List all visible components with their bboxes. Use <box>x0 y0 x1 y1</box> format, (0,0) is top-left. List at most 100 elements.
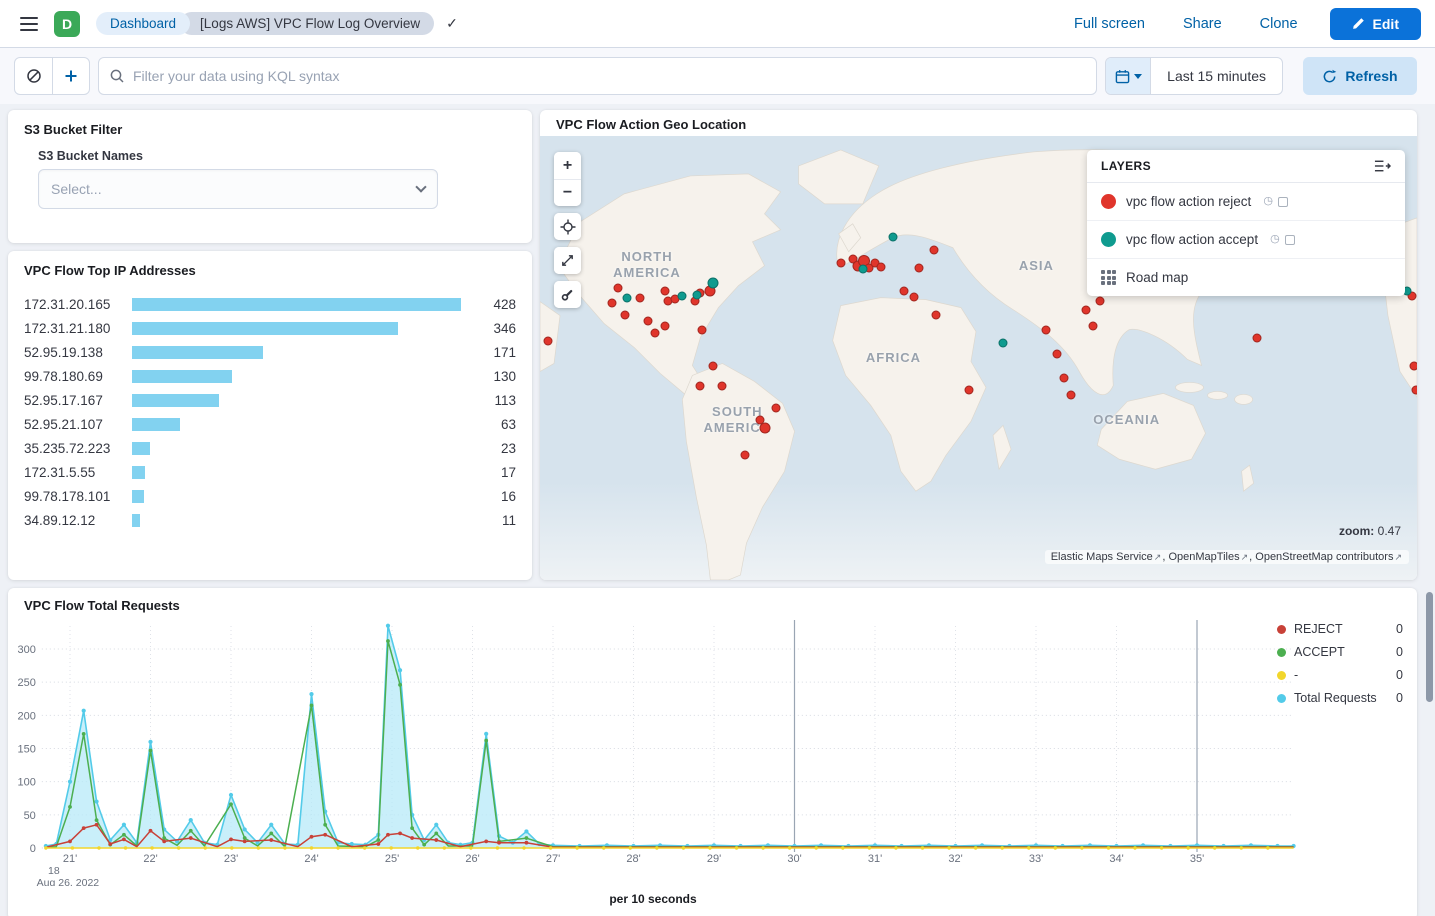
legend-item[interactable]: REJECT0 <box>1277 622 1403 636</box>
add-filter-button[interactable] <box>52 58 89 94</box>
attribution-link[interactable]: OpenMapTiles <box>1168 551 1239 563</box>
map-tools-button[interactable] <box>554 281 581 308</box>
layer-item-reject[interactable]: vpc flow action reject ◷ <box>1087 183 1405 221</box>
total-requests-point <box>122 823 126 827</box>
map-point-reject[interactable] <box>1089 321 1098 330</box>
map-point-reject[interactable] <box>1042 326 1051 335</box>
map-point-reject[interactable] <box>621 311 630 320</box>
s3-bucket-select[interactable]: Select... <box>38 169 438 209</box>
menu-button[interactable] <box>14 7 44 41</box>
collapse-layers-icon[interactable] <box>1374 159 1391 173</box>
time-range-button[interactable]: Last 15 minutes <box>1150 58 1282 94</box>
calendar-button[interactable] <box>1106 58 1150 94</box>
map-point-reject[interactable] <box>1067 391 1076 400</box>
map-point-reject[interactable] <box>696 381 705 390</box>
map-point-reject[interactable] <box>1412 386 1417 395</box>
map-point-reject[interactable] <box>1252 334 1261 343</box>
ip-bar[interactable] <box>132 346 263 359</box>
ip-bar[interactable] <box>132 442 150 455</box>
map-point-reject[interactable] <box>1052 349 1061 358</box>
panel-title: VPC Flow Action Geo Location <box>556 117 1401 132</box>
ip-bar[interactable] <box>132 466 145 479</box>
map-point-reject[interactable] <box>708 361 717 370</box>
accept-point <box>82 732 86 736</box>
map-point-accept[interactable] <box>858 264 867 273</box>
map-point-reject[interactable] <box>635 293 644 302</box>
ip-bar[interactable] <box>132 394 219 407</box>
map-point-reject[interactable] <box>1082 306 1091 315</box>
zoom-out-button[interactable]: − <box>554 179 581 206</box>
map-point-reject[interactable] <box>877 262 886 271</box>
space-avatar[interactable]: D <box>54 11 80 37</box>
map-point-reject[interactable] <box>899 286 908 295</box>
map-point-accept[interactable] <box>999 339 1008 348</box>
zoom-in-button[interactable]: + <box>554 152 581 179</box>
map-point-reject[interactable] <box>914 263 923 272</box>
map-point-reject[interactable] <box>614 283 623 292</box>
scrollbar-thumb[interactable] <box>1426 592 1433 702</box>
map-point-accept[interactable] <box>622 293 631 302</box>
breadcrumb-dashboard[interactable]: Dashboard <box>96 12 190 35</box>
map-point-reject[interactable] <box>964 386 973 395</box>
map-point-reject[interactable] <box>1059 374 1068 383</box>
map-point-reject[interactable] <box>698 326 707 335</box>
checkbox-icon[interactable] <box>1278 197 1288 207</box>
map-point-reject[interactable] <box>643 316 652 325</box>
legend-item[interactable]: Total Requests0 <box>1277 691 1403 705</box>
map-point-reject[interactable] <box>607 298 616 307</box>
map-point-accept[interactable] <box>678 291 687 300</box>
ip-bar[interactable] <box>132 490 144 503</box>
map-point-reject[interactable] <box>543 336 552 345</box>
page-scrollbar[interactable] <box>1426 592 1433 916</box>
refresh-button[interactable]: Refresh <box>1303 57 1417 95</box>
map-point-reject[interactable] <box>1095 296 1104 305</box>
ip-bar[interactable] <box>132 322 398 335</box>
map-point-accept[interactable] <box>692 290 701 299</box>
fit-to-data-button[interactable] <box>554 213 581 240</box>
map-point-reject[interactable] <box>929 245 938 254</box>
map-point-reject[interactable] <box>661 321 670 330</box>
reject-point <box>386 833 390 837</box>
map-point-reject[interactable] <box>836 258 845 267</box>
map-point-reject[interactable] <box>760 423 771 434</box>
ip-address-label: 52.95.17.167 <box>24 393 132 408</box>
layer-item-accept[interactable]: vpc flow action accept ◷ <box>1087 221 1405 259</box>
attribution-link[interactable]: Elastic Maps Service <box>1051 551 1153 563</box>
accept-point <box>68 805 72 809</box>
map-point-reject[interactable] <box>661 286 670 295</box>
map-point-accept[interactable] <box>707 277 718 288</box>
map-point-reject[interactable] <box>771 404 780 413</box>
share-link[interactable]: Share <box>1183 16 1222 32</box>
map-point-reject[interactable] <box>741 451 750 460</box>
filter-options-button[interactable] <box>15 58 52 94</box>
basemap-grid-icon <box>1101 270 1116 285</box>
attribution-link[interactable]: OpenStreetMap contributors <box>1255 551 1393 563</box>
map-point-reject[interactable] <box>931 311 940 320</box>
total-requests-chart[interactable]: 05010015020025030021'22'23'24'25'26'27'2… <box>8 606 1298 886</box>
ip-bar[interactable] <box>132 370 232 383</box>
breadcrumb-current[interactable]: [Logs AWS] VPC Flow Log Overview <box>180 12 434 35</box>
map-point-reject[interactable] <box>718 381 727 390</box>
checkbox-icon[interactable] <box>1285 235 1295 245</box>
ip-bar[interactable] <box>132 298 461 311</box>
accept-point <box>410 826 414 830</box>
kql-search-input[interactable] <box>133 68 1086 84</box>
full-screen-link[interactable]: Full screen <box>1074 16 1145 32</box>
edit-button[interactable]: Edit <box>1330 8 1421 40</box>
map-point-accept[interactable] <box>889 232 898 241</box>
layers-panel: LAYERS vpc flow action reject ◷ vpc flow… <box>1087 150 1405 296</box>
map-point-reject[interactable] <box>1410 361 1417 370</box>
world-map[interactable]: NORTHAMERICASOUTHAMERICAAFRICAASIAOCEANI… <box>540 136 1417 580</box>
ip-bar[interactable] <box>132 418 180 431</box>
legend-item[interactable]: ACCEPT0 <box>1277 645 1403 659</box>
legend-item[interactable]: -0 <box>1277 668 1403 682</box>
ip-bar[interactable] <box>132 514 140 527</box>
reject-point <box>484 839 488 843</box>
map-point-reject[interactable] <box>650 328 659 337</box>
dash-point <box>788 846 791 849</box>
clone-link[interactable]: Clone <box>1260 16 1298 32</box>
legend-label: Total Requests <box>1294 691 1388 705</box>
expand-map-button[interactable] <box>554 247 581 274</box>
layer-item-road-map[interactable]: Road map <box>1087 259 1405 296</box>
map-point-reject[interactable] <box>909 292 918 301</box>
